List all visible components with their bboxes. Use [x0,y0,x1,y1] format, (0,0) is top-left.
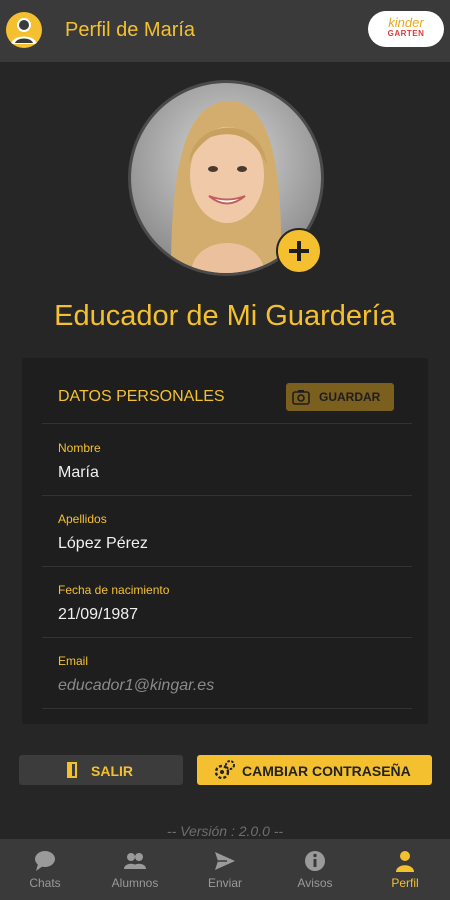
field-label-birthdate: Fecha de nacimiento [58,583,170,597]
save-label: GUARDAR [319,390,381,404]
field-label-nombre: Nombre [58,441,101,455]
send-icon [215,852,235,870]
bottom-tab-bar: Chats Alumnos Enviar Avisos Perfil [0,839,450,900]
add-photo-button[interactable] [276,228,322,274]
page-title: Perfil de María [65,19,196,41]
tab-label: Enviar [207,876,242,890]
change-password-button[interactable]: CAMBIAR CONTRASEÑA [197,755,432,785]
tab-label: Alumnos [111,876,159,890]
field-value-nombre[interactable]: María [58,464,99,482]
app-header: Perfil de María kinder GARTEN [0,0,450,62]
plus-icon [289,241,309,261]
tab-enviar[interactable]: Enviar [180,839,270,900]
tab-alumnos[interactable]: Alumnos [90,839,180,900]
app-version: -- Versión : 2.0.0 -- [166,823,284,839]
card-title: DATOS PERSONALES [58,388,225,405]
field-label-apellidos: Apellidos [58,512,107,526]
user-avatar-icon[interactable] [6,12,42,48]
role-title: Educador de Mi Guardería [54,300,396,332]
kindergarten-logo: kinder GARTEN [368,11,444,47]
tab-label: Perfil [391,876,419,890]
divider [42,495,412,496]
field-label-email: Email [58,654,89,668]
logo-text-top: kinder [388,15,424,30]
chat-icon [35,851,55,871]
save-button[interactable]: GUARDAR [286,383,394,411]
students-icon [124,853,146,869]
person-icon [396,851,414,872]
divider [42,566,412,567]
tab-label: Avisos [297,876,333,890]
tab-chats[interactable]: Chats [0,839,90,900]
personal-data-card: DATOS PERSONALES GUARDAR Nombre María Ap… [22,358,428,724]
logo-text-bottom: GARTEN [387,29,425,38]
tab-perfil[interactable]: Perfil [360,839,450,900]
tab-avisos[interactable]: Avisos [270,839,360,900]
camera-icon [292,390,310,405]
divider [42,637,412,638]
field-value-birthdate[interactable]: 21/09/1987 [58,606,138,624]
field-value-apellidos[interactable]: López Pérez [58,535,148,553]
divider [42,708,412,709]
logout-button[interactable]: SALIR [19,755,183,785]
logout-label: SALIR [91,763,133,779]
field-value-email: educador1@kingar.es [58,677,215,694]
divider [42,423,412,424]
door-icon [67,762,77,778]
info-icon [305,851,325,871]
gears-icon [214,760,235,780]
change-password-label: CAMBIAR CONTRASEÑA [242,763,411,779]
tab-label: Chats [29,876,61,890]
